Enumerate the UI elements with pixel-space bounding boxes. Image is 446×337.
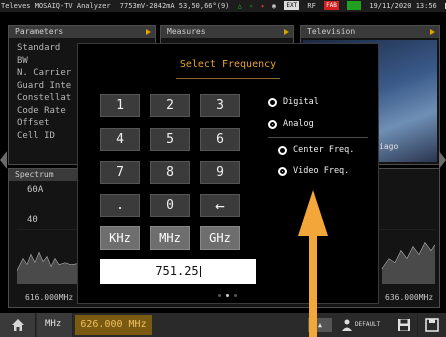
spectrum-scale-top: 60A (27, 185, 44, 195)
user-icon (342, 319, 352, 331)
status-bar: Televes MOSAIQ-TV Analyzer 7753mV-2842mA… (0, 0, 446, 12)
key-9[interactable]: 9 (200, 161, 240, 184)
parameters-header[interactable]: Parameters (9, 26, 155, 38)
television-header[interactable]: Television (301, 26, 439, 38)
right-arrow-icon[interactable] (439, 151, 446, 169)
digital-radio[interactable] (268, 98, 277, 107)
green-badge (347, 1, 362, 10)
bottom-bar: MHz 626.000 MHz ▲ DEFAULT (0, 313, 446, 337)
frequency-input[interactable]: 751.25 (100, 259, 256, 284)
expand-arrow-icon (284, 29, 289, 35)
key-0[interactable]: 0 (150, 194, 190, 217)
key-4[interactable]: 4 (100, 128, 140, 151)
triangle-icon: △ (237, 2, 242, 10)
mhz-label: MHz (45, 319, 62, 329)
ghz-button[interactable]: GHz (200, 226, 240, 250)
mhz-button[interactable]: MHz (37, 313, 73, 337)
left-arrow-icon[interactable] (0, 151, 7, 169)
fab-badge: FAB (324, 1, 339, 10)
khz-button[interactable]: KHz (100, 226, 140, 250)
ext-badge: EXT (284, 1, 300, 10)
page-dot (218, 294, 221, 297)
key-decimal[interactable]: . (100, 194, 140, 217)
center-freq-option[interactable]: Center Freq. (278, 144, 373, 158)
page-dot-active (226, 294, 229, 297)
select-frequency-dialog: Select Frequency 1 2 3 4 5 6 7 8 9 . 0 ←… (77, 43, 379, 304)
spectrum-freq-left: 616.000MHz (25, 293, 74, 302)
tv-caption: iago (379, 142, 399, 151)
measures-title: Measures (167, 27, 206, 36)
video-freq-radio[interactable] (278, 167, 287, 176)
power-readout: 7753mV-2842mA 53,50,66°(9) (119, 2, 230, 10)
analog-label: Analog (283, 119, 314, 129)
spectrum-freq-right: 636.000MHz (385, 293, 434, 302)
parameters-title: Parameters (15, 27, 64, 36)
home-button[interactable] (0, 313, 36, 337)
key-8[interactable]: 8 (150, 161, 190, 184)
key-2[interactable]: 2 (150, 94, 190, 117)
television-title: Television (307, 27, 356, 36)
analog-option[interactable]: Analog (268, 118, 368, 132)
load-icon (425, 318, 439, 332)
analog-radio[interactable] (268, 120, 277, 129)
rf-label: RF (307, 2, 316, 10)
pointer-arrow (298, 190, 328, 337)
save-icon (398, 319, 410, 331)
digital-option[interactable]: Digital (268, 96, 368, 110)
dialog-title: Select Frequency (179, 59, 277, 70)
spectrum-scale-mid: 40 (27, 215, 38, 225)
text-cursor (199, 266, 201, 277)
spectrum-title: Spectrum (15, 170, 54, 179)
backspace-key[interactable]: ← (200, 194, 240, 217)
save-button[interactable] (390, 313, 418, 337)
center-freq-radio[interactable] (278, 146, 287, 155)
spectrum-header[interactable]: Spectrum (9, 169, 79, 181)
title-underline (176, 78, 280, 79)
satellite-icon: ✧ (249, 2, 254, 10)
key-5[interactable]: 5 (150, 128, 190, 151)
measures-header[interactable]: Measures (161, 26, 293, 38)
frequency-display[interactable]: 626.000 MHz (75, 315, 152, 335)
expand-arrow-icon (430, 29, 435, 35)
datetime: 19/11/2020 13:56 (369, 2, 437, 10)
center-freq-label: Center Freq. (293, 145, 355, 155)
key-7[interactable]: 7 (100, 161, 140, 184)
video-freq-label: Video Freq. (293, 166, 350, 176)
default-label: DEFAULT (355, 321, 381, 328)
page-dot (234, 294, 237, 297)
video-freq-option[interactable]: Video Freq. (278, 165, 373, 179)
load-button[interactable] (419, 313, 446, 337)
wifi-icon: ◉ (271, 2, 277, 10)
digital-label: Digital (283, 97, 319, 107)
mhz-unit-button[interactable]: MHz (150, 226, 190, 250)
device-name: Televes MOSAIQ-TV Analyzer (1, 2, 111, 10)
default-button[interactable]: DEFAULT (340, 316, 386, 334)
page-indicator (218, 294, 240, 298)
home-icon (12, 319, 24, 331)
flash-icon: ✦ (260, 2, 265, 10)
expand-arrow-icon (146, 29, 151, 35)
frequency-value: 751.25 (155, 264, 199, 278)
key-1[interactable]: 1 (100, 94, 140, 117)
options-divider (268, 137, 368, 138)
key-3[interactable]: 3 (200, 94, 240, 117)
key-6[interactable]: 6 (200, 128, 240, 151)
